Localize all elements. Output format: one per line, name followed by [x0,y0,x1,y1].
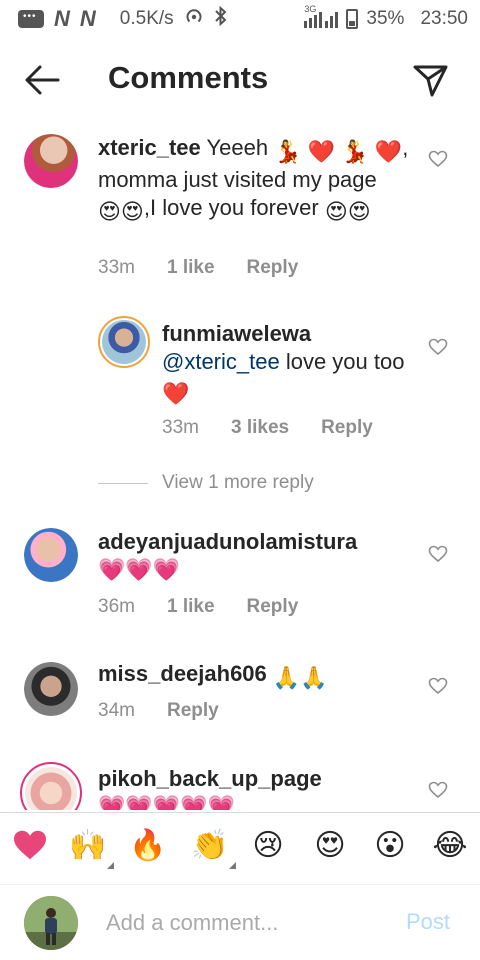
reaction-heart-eyes[interactable]: 😍 [308,823,352,867]
comment-meta: 33m 3 likes Reply [162,417,373,439]
back-arrow-icon[interactable] [22,62,62,98]
like-heart-icon[interactable] [428,338,448,356]
comment-text-part: love you too [279,349,405,374]
current-user-avatar[interactable] [24,896,78,950]
reply-button[interactable]: Reply [247,257,299,279]
heart-eyes-emoji: 😍😍 [98,199,144,224]
mention-link[interactable]: @xteric_tee [162,349,280,374]
heart-eyes-emoji: 😍😍 [324,199,371,224]
comment-meta: 33m 1 like Reply [98,257,298,279]
surprised-face-emoji: 😮 [374,828,406,862]
comment-username[interactable]: adeyanjuadunolamistura [98,529,357,554]
comment-input[interactable] [106,907,386,939]
post-button[interactable]: Post [406,909,450,935]
battery-icon [346,9,359,29]
network-type: 3G [304,4,317,14]
likes-count[interactable]: 1 like [167,596,215,618]
clap-emoji: 👏 [191,828,229,862]
clock: 23:50 [420,8,468,29]
bluetooth-icon [214,5,228,32]
comment-composer: Post [0,884,480,960]
heart-emoji: ❤️ [307,139,336,164]
fire-emoji: 🔥 [129,828,167,862]
comment-time: 33m [162,417,199,438]
comment-username[interactable]: pikoh_back_up_page [98,766,322,791]
message-icon [18,10,44,28]
reaction-clap[interactable]: 👏 [188,823,236,869]
paper-plane-icon[interactable] [410,60,450,100]
avatar[interactable] [24,528,78,582]
comment-meta: 34m Reply [98,700,219,722]
reaction-heart[interactable] [8,823,52,867]
like-heart-icon[interactable] [428,545,448,563]
dancer-emoji: 💃 [274,139,302,164]
comments-list: xteric_tee Yeeeh 💃 ❤️ 💃 ❤️, momma just v… [0,120,480,810]
heart-emoji: ❤️ [374,139,403,164]
reaction-surprised[interactable]: 😮 [368,823,412,867]
comment-text: adeyanjuadunolamistura 💗💗💗 [98,528,418,584]
comment-text: funmiawelewa @xteric_tee love you too ❤️ [162,320,412,408]
avatar[interactable] [98,316,150,368]
reply-button[interactable]: Reply [247,596,299,618]
view-more-label[interactable]: View 1 more reply [162,472,314,494]
comment-text-part: Yeeeh [206,135,275,160]
quick-reactions-bar: 🙌 🔥 👏 😢 😍 😮 😂 [0,812,480,884]
comment-username[interactable]: funmiawelewa [162,321,311,346]
variant-indicator [107,862,114,869]
like-heart-icon[interactable] [428,781,448,799]
status-bar: N N 0.5K/s 3G 35% 23:50 [0,0,480,38]
reaction-raised-hands[interactable]: 🙌 [66,823,114,869]
hotspot-icon [184,6,204,32]
likes-count[interactable]: 3 likes [231,417,289,439]
likes-count[interactable]: 1 like [167,257,215,279]
comment-text-part: ,I love you forever [143,195,325,220]
comment-time: 36m [98,596,135,617]
comment-username[interactable]: miss_deejah606 [98,661,267,686]
laughing-face-emoji: 😂 [432,828,468,862]
reaction-fire[interactable]: 🔥 [126,823,170,867]
n-icon: N [79,6,96,31]
avatar[interactable] [24,134,78,188]
comment-text: miss_deejah606 🙏🙏 [98,660,418,692]
n-icon: N [54,6,70,31]
network-speed: 0.5K/s [119,8,174,29]
reaction-laughing[interactable]: 😂 [428,823,472,867]
battery-level: 35% [366,8,405,29]
reply-button[interactable]: Reply [167,700,219,722]
like-heart-icon[interactable] [428,150,448,168]
like-heart-icon[interactable] [428,677,448,695]
dancer-emoji: 💃 [341,139,369,164]
divider [98,482,148,484]
raised-hands-emoji: 🙌 [69,828,107,862]
comment-time: 34m [98,700,135,721]
sad-face-emoji: 😢 [252,828,284,862]
comment-text: pikoh_back_up_page 💗💗💗💗💗 [98,765,418,810]
avatar[interactable] [24,662,78,716]
praying-hands-emoji: 🙏🙏 [272,665,328,690]
heart-eyes-emoji: 😍 [314,828,346,862]
comment-meta: 36m 1 like Reply [98,596,298,618]
comment-time: 33m [98,257,135,278]
comment-username[interactable]: xteric_tee [98,135,201,160]
reaction-sad[interactable]: 😢 [246,823,290,867]
comment-text: xteric_tee Yeeeh 💃 ❤️ 💃 ❤️, momma just v… [98,134,418,226]
variant-indicator [229,862,236,869]
pink-hearts-emoji: 💗💗💗💗💗 [98,794,235,810]
avatar[interactable] [20,762,82,810]
heart-emoji: ❤️ [162,381,190,406]
pink-hearts-emoji: 💗💗💗 [98,557,181,582]
header: Comments [0,48,480,112]
signal-icon: 3G [304,4,339,28]
page-title: Comments [108,60,269,95]
reply-button[interactable]: Reply [321,417,373,439]
view-more-replies[interactable]: View 1 more reply [98,472,314,494]
